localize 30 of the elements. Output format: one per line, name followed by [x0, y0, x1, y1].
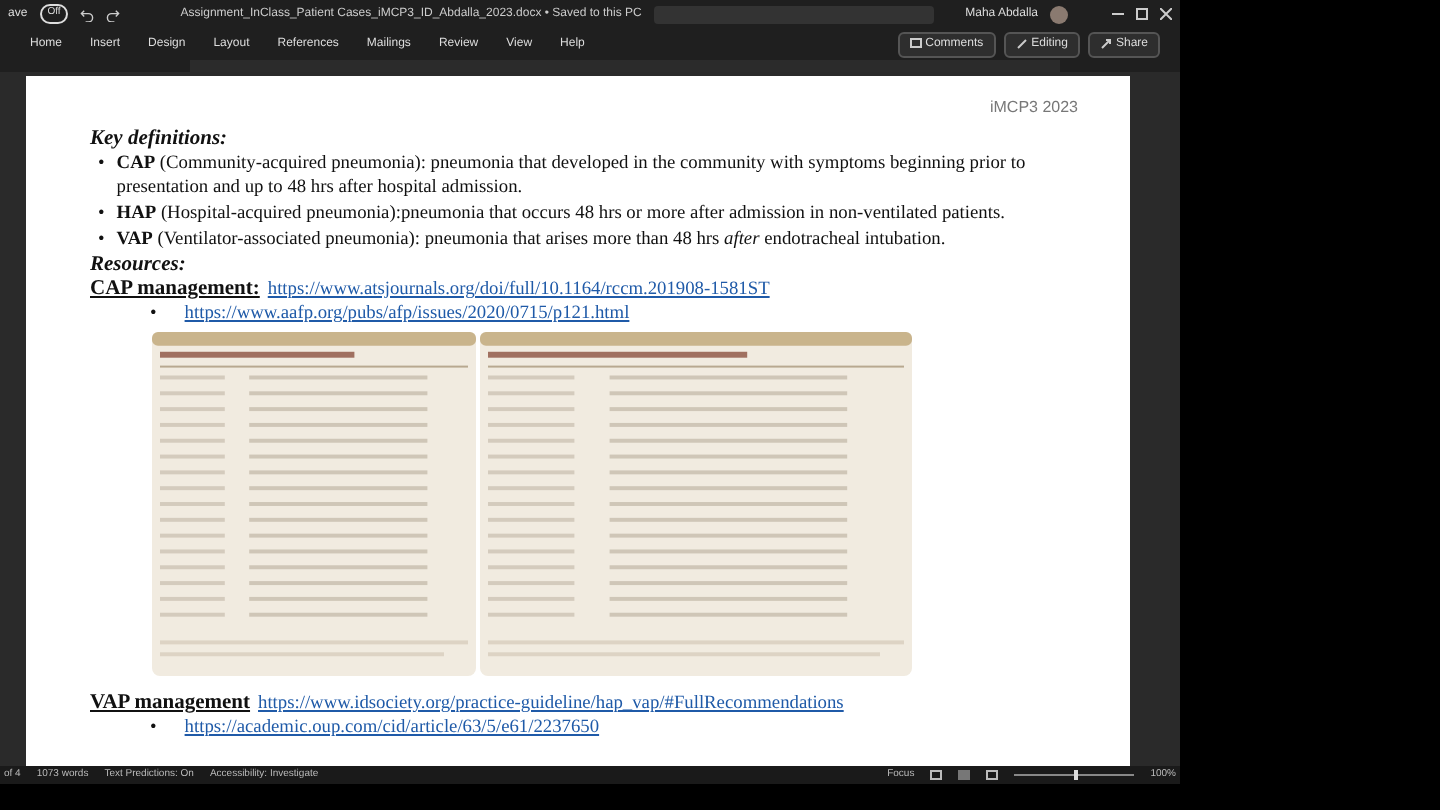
print-layout-icon[interactable]	[958, 770, 971, 780]
minimize-icon[interactable]	[1112, 8, 1124, 20]
share-icon	[1099, 38, 1112, 50]
bullet: •	[98, 202, 105, 226]
close-icon[interactable]	[1160, 8, 1172, 20]
bullet: •	[150, 302, 157, 326]
web-layout-icon[interactable]	[986, 770, 999, 780]
comment-icon	[909, 38, 922, 50]
zoom-slider[interactable]	[1074, 770, 1079, 780]
resource-link[interactable]: https://www.aafp.org/pubs/afp/issues/2020/0715/p121.html	[184, 302, 630, 326]
bullet: •	[98, 152, 105, 178]
definition-item: VAP (Ventilator-associated pneumonia): pneumonia that arises more than 48 hrs after endotracheal intubation.	[116, 228, 946, 252]
bullet: •	[98, 228, 105, 252]
definition-item: HAP (Hospital-acquired pneumonia):pneumonia that occurs 48 hrs or more after admission in non-ventilated patients.	[116, 202, 1005, 226]
maximize-icon[interactable]	[1136, 8, 1148, 20]
section-heading: Key definitions:	[90, 128, 230, 152]
pencil-icon	[1015, 38, 1028, 50]
resource-title: VAP management	[90, 692, 251, 716]
page-header: iMCP3 2023	[987, 96, 1078, 120]
avatar[interactable]	[1050, 5, 1068, 23]
bullet: •	[150, 716, 157, 740]
resource-link[interactable]: https://www.idsociety.org/practice-guideline/hap_vap/#FullRecommendations	[258, 692, 844, 716]
definition-item: CAP (Community-acquired pneumonia): pneumonia that developed in the community with symptoms beginning prior to presentation and up to 48 hrs after hospital admission.	[116, 152, 1028, 200]
redo-icon[interactable]	[106, 7, 121, 21]
resource-link[interactable]: https://www.atsjournals.org/doi/full/10.1164/rccm.201908-1581ST	[267, 278, 770, 302]
resource-link[interactable]: https://academic.oup.com/cid/article/63/5/e61/2237650	[184, 716, 600, 740]
read-mode-icon[interactable]	[930, 770, 943, 780]
undo-icon[interactable]	[80, 7, 95, 21]
resource-title: CAP management:	[90, 278, 260, 302]
section-heading: Resources:	[90, 254, 188, 278]
